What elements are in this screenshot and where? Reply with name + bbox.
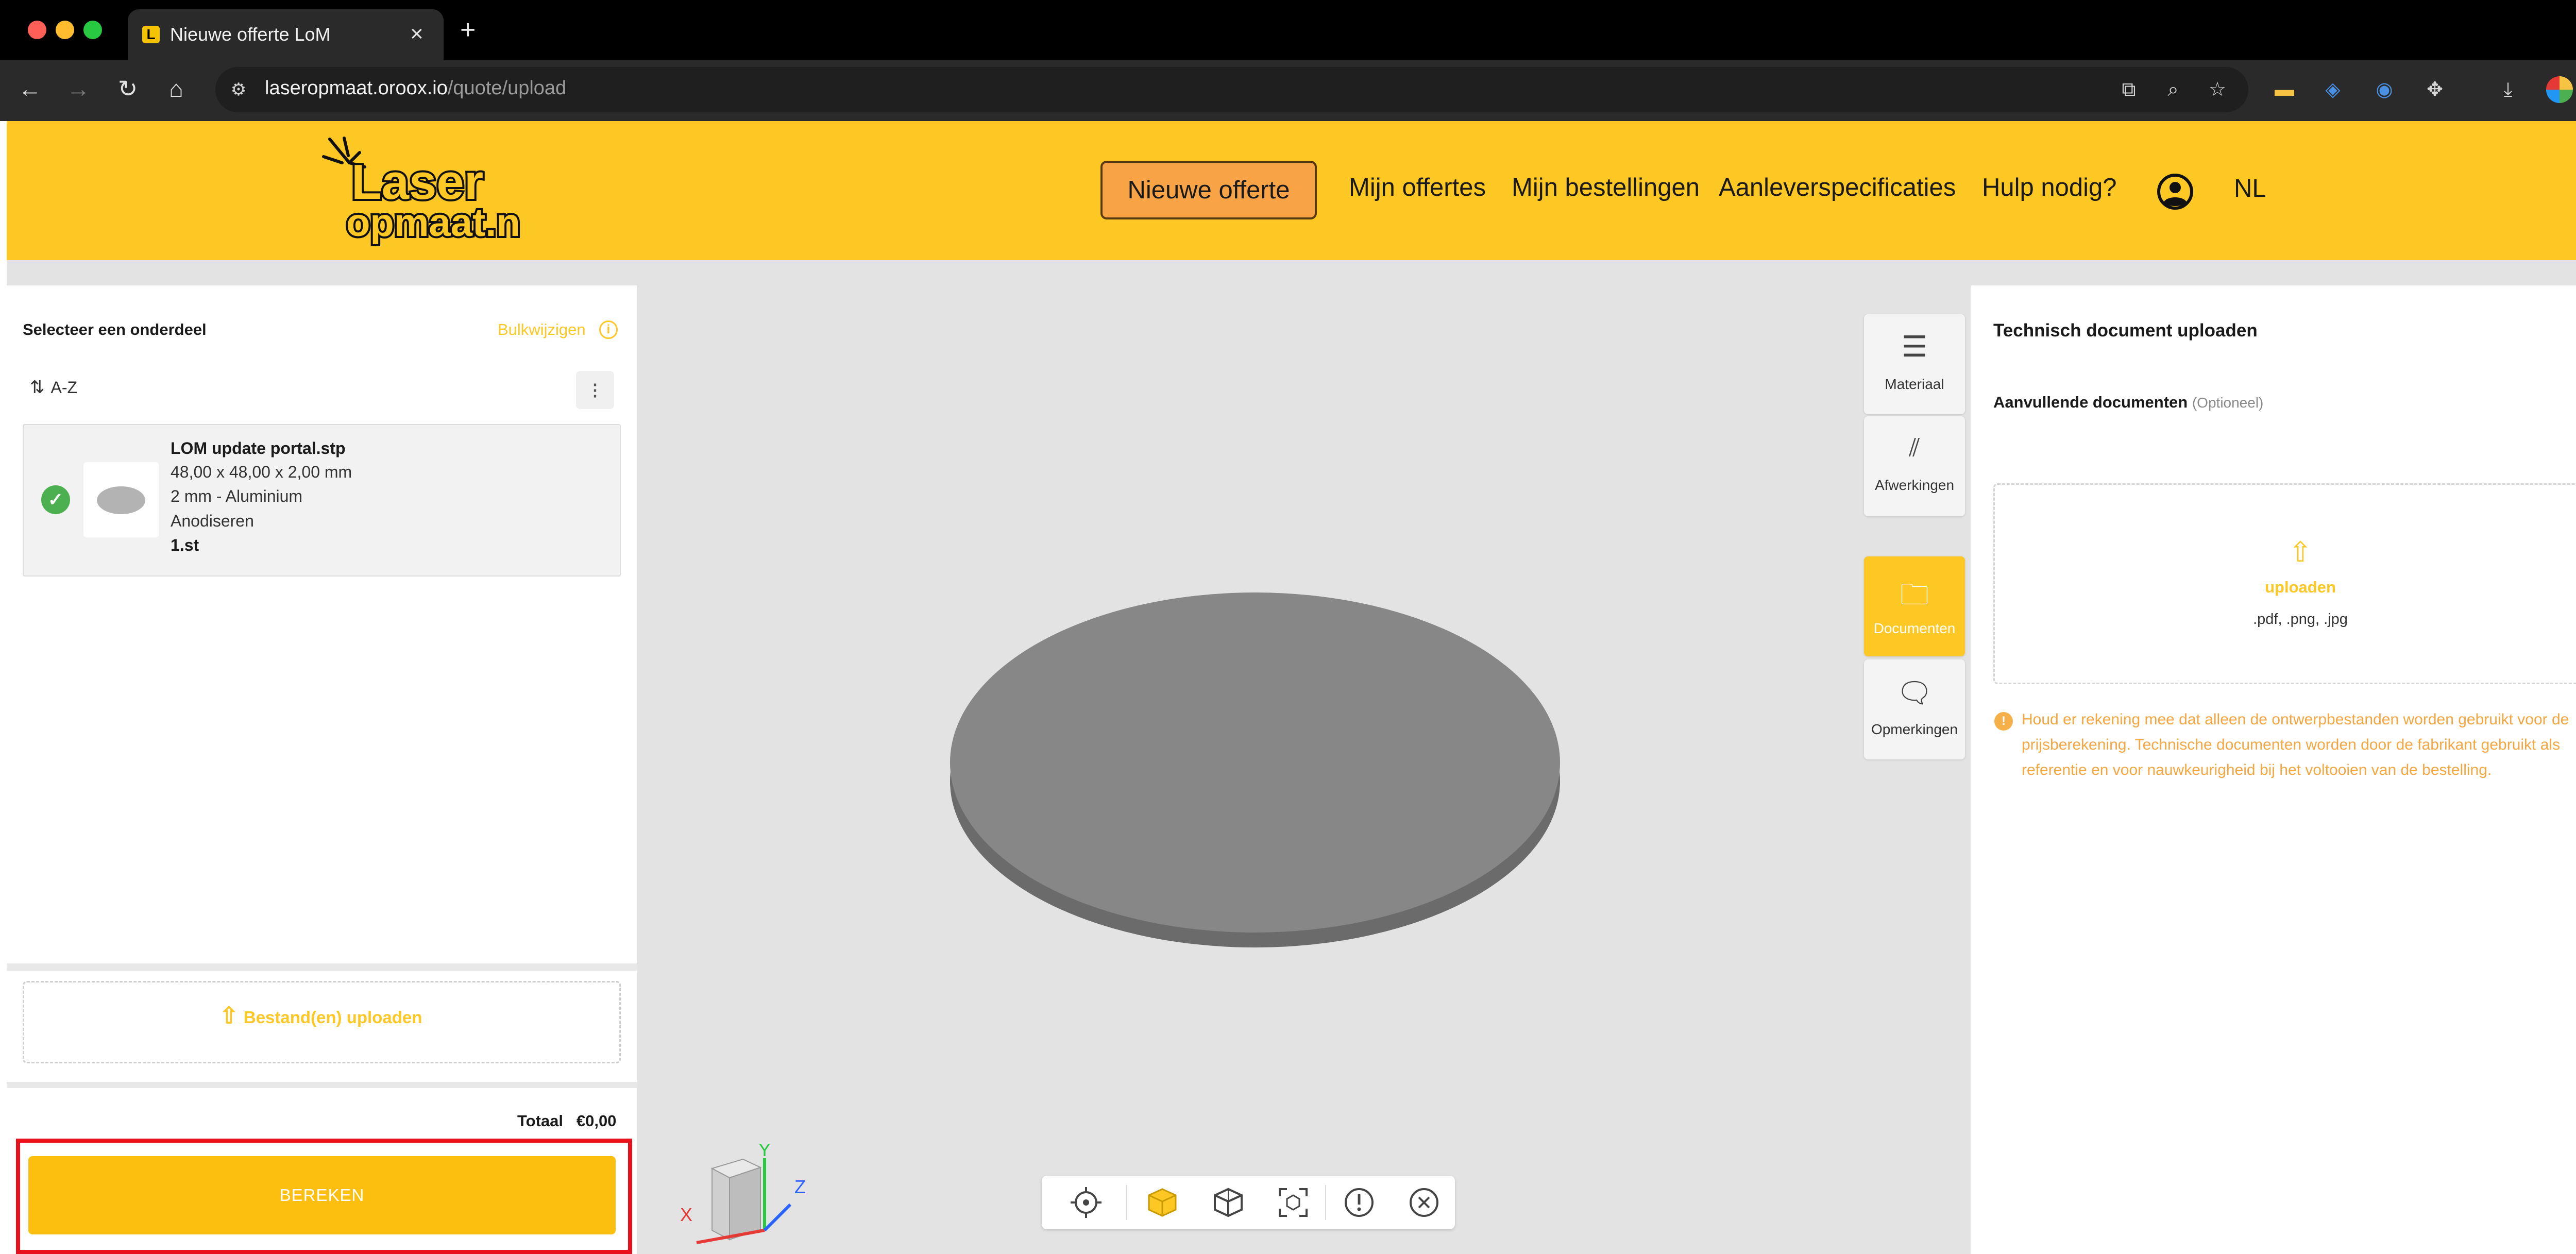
- tool-documents-label: Documenten: [1873, 620, 1956, 636]
- hatch-icon: ⫽: [1909, 434, 1920, 462]
- extension-badge-icon[interactable]: ◉: [2370, 75, 2399, 104]
- fit-view-icon[interactable]: [1276, 1185, 1311, 1220]
- check-circle-icon: ✓: [41, 485, 70, 514]
- tool-material-label: Materiaal: [1885, 376, 1944, 392]
- total-line: Totaal €0,00: [517, 1112, 616, 1130]
- tab-title: Nieuwe offerte LoM: [170, 24, 331, 45]
- axis-y-label: Y: [758, 1144, 771, 1160]
- translate-icon[interactable]: ⧉: [2115, 76, 2142, 103]
- nav-new-quote-button[interactable]: Nieuwe offerte: [1100, 161, 1317, 219]
- upload-technical-document-title: Technisch document uploaden: [1993, 320, 2258, 341]
- part-model[interactable]: [950, 592, 1560, 933]
- close-window-button[interactable]: [28, 21, 46, 39]
- sort-arrows-icon: ⇅: [30, 378, 45, 397]
- tab-favicon: L: [142, 26, 160, 43]
- accepted-file-types: .pdf, .png, .jpg: [2253, 611, 2348, 628]
- upload-files-button[interactable]: ⇧ Bestand(en) uploaden: [219, 1003, 422, 1029]
- url-text[interactable]: laseropmaat.oroox.io/quote/upload: [265, 77, 566, 99]
- select-part-title: Selecteer een onderdeel: [23, 320, 207, 338]
- tool-material-button[interactable]: ☰ Materiaal: [1864, 314, 1965, 414]
- viewer-toolbar: [1042, 1176, 1455, 1229]
- forward-arrow-icon[interactable]: →: [63, 73, 94, 104]
- part-quantity: 1.st: [171, 536, 199, 554]
- part-dimensions: 48,00 x 48,00 x 2,00 mm: [171, 463, 352, 481]
- notice-info-icon: !: [1994, 712, 2013, 731]
- optional-label: (Optioneel): [2192, 395, 2264, 411]
- nav-delivery-specs[interactable]: Aanleverspecificaties: [1719, 173, 1956, 202]
- additional-documents-heading: Aanvullende documenten (Optioneel): [1993, 393, 2263, 412]
- more-options-button[interactable]: ⋮: [576, 371, 614, 409]
- new-tab-icon[interactable]: +: [460, 14, 476, 45]
- language-selector[interactable]: NL: [2234, 174, 2266, 203]
- tool-remarks-label: Opmerkingen: [1871, 721, 1958, 737]
- url-host: laseropmaat.oroox.io: [265, 77, 448, 99]
- bulk-edit-link[interactable]: Bulkwijzigen: [498, 320, 586, 339]
- tool-remarks-button[interactable]: 🗨 Opmerkingen: [1864, 659, 1965, 759]
- bookmark-star-icon[interactable]: ☆: [2204, 76, 2231, 103]
- back-arrow-icon[interactable]: ←: [14, 73, 45, 104]
- upload-document-link[interactable]: uploaden: [2215, 578, 2385, 597]
- folder-icon: 🗀: [1900, 578, 1929, 611]
- additional-documents-label: Aanvullende documenten: [1993, 393, 2188, 411]
- calculate-button[interactable]: BEREKEN: [28, 1156, 616, 1234]
- sort-button[interactable]: ⇅ A-Z: [30, 377, 77, 398]
- extension-shield-icon[interactable]: ◈: [2318, 75, 2347, 104]
- download-icon[interactable]: ⤓: [2494, 75, 2522, 104]
- upload-files-label: Bestand(en) uploaden: [243, 1008, 422, 1027]
- toolbar-separator: [1126, 1185, 1127, 1220]
- reload-icon[interactable]: ↻: [112, 73, 143, 104]
- pricing-notice-text: Houd er rekening mee dat alleen de ontwe…: [2022, 711, 2569, 778]
- cloud-upload-icon[interactable]: ⇧: [2282, 536, 2318, 568]
- part-material: 2 mm - Aluminium: [171, 487, 303, 505]
- browser-tab[interactable]: L Nieuwe offerte LoM ×: [128, 9, 444, 60]
- wireframe-cube-icon[interactable]: [1211, 1185, 1246, 1220]
- logo-text-bottom: opmaat.nl: [346, 201, 520, 245]
- total-value: €0,00: [576, 1112, 617, 1130]
- warning-icon[interactable]: [1342, 1185, 1377, 1220]
- toolbar-separator: [1325, 1185, 1326, 1220]
- menu-lines-icon: ☰: [1901, 330, 1928, 363]
- profile-avatar-icon[interactable]: [2546, 76, 2573, 103]
- nav-my-quotes[interactable]: Mijn offertes: [1349, 173, 1486, 202]
- tool-finishes-label: Afwerkingen: [1874, 477, 1955, 493]
- home-icon[interactable]: ⌂: [161, 73, 192, 104]
- info-icon[interactable]: i: [599, 320, 618, 339]
- tool-finishes-button[interactable]: ⫽ Afwerkingen: [1864, 416, 1965, 516]
- speech-bubble-icon: 🗨: [1896, 676, 1933, 709]
- part-name: LOM update portal.stp: [171, 439, 346, 457]
- zoom-icon[interactable]: ⌕: [2160, 76, 2187, 103]
- axis-x-label: X: [680, 1204, 692, 1225]
- cloud-upload-icon: ⇧: [219, 1003, 239, 1028]
- sort-label: A-Z: [50, 378, 78, 397]
- tool-documents-button[interactable]: 🗀 Documenten: [1864, 556, 1965, 656]
- axis-orientation-cube[interactable]: Y X Z: [676, 1144, 815, 1254]
- maximize-window-button[interactable]: [83, 21, 102, 39]
- crosshair-icon[interactable]: [1069, 1185, 1104, 1220]
- minimize-window-button[interactable]: [56, 21, 74, 39]
- part-finish: Anodiseren: [171, 512, 254, 530]
- laseropmaat-logo[interactable]: Laser opmaat.nl: [319, 133, 520, 246]
- disc-thumbnail-icon: [97, 486, 145, 514]
- axis-z-label: Z: [794, 1176, 806, 1197]
- account-user-icon[interactable]: [2157, 173, 2194, 210]
- extension-wallet-icon[interactable]: ▬: [2270, 75, 2299, 104]
- total-label: Totaal: [517, 1112, 563, 1130]
- url-path: /quote/upload: [447, 77, 567, 99]
- extensions-puzzle-icon[interactable]: ✥: [2420, 75, 2449, 104]
- panel-divider: [7, 1082, 637, 1088]
- tab-close-icon[interactable]: ×: [410, 19, 423, 49]
- nav-my-orders[interactable]: Mijn bestellingen: [1512, 173, 1700, 202]
- solid-cube-icon[interactable]: [1145, 1185, 1180, 1220]
- nav-help[interactable]: Hulp nodig?: [1982, 173, 2117, 202]
- panel-divider: [7, 963, 637, 971]
- site-info-icon[interactable]: ⚙: [228, 79, 249, 100]
- close-icon[interactable]: [1406, 1185, 1442, 1220]
